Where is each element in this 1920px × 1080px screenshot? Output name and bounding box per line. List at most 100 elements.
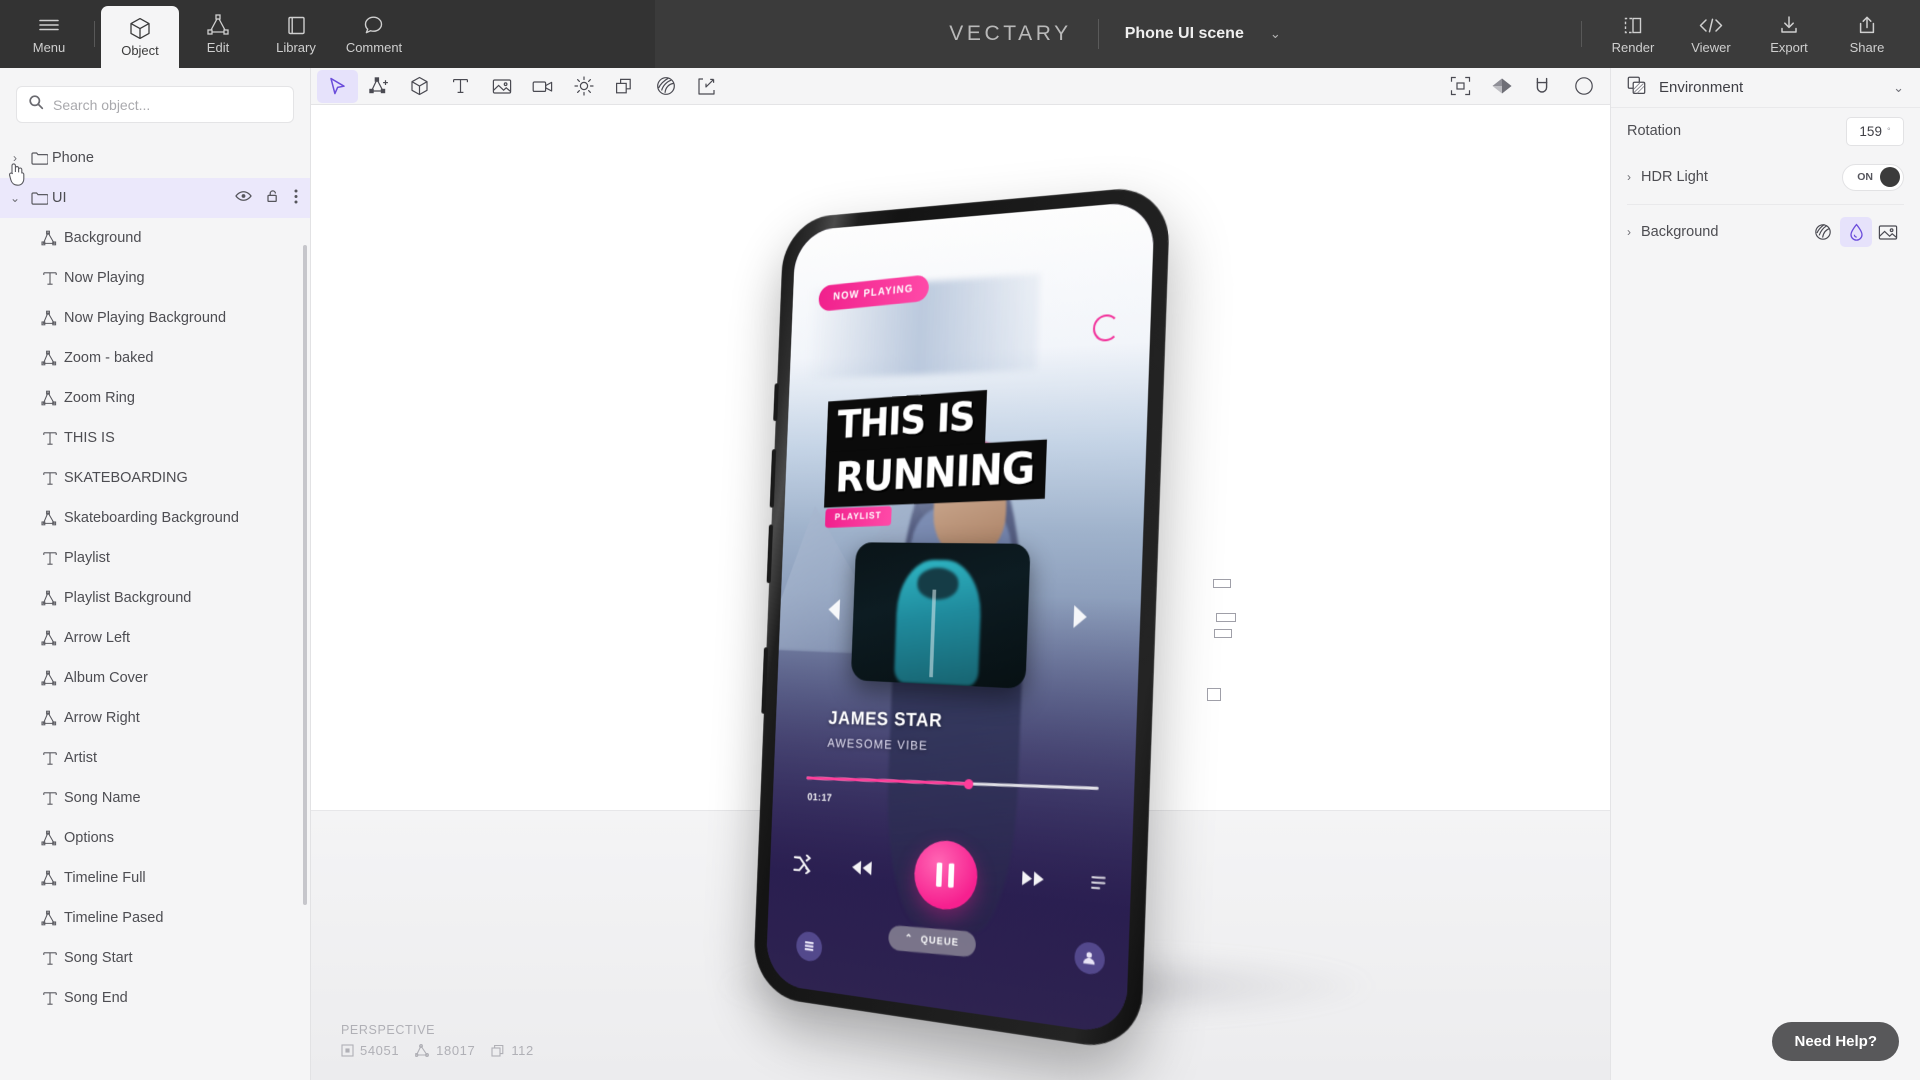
tree-row-item[interactable]: Background bbox=[0, 218, 310, 258]
background-row[interactable]: › Background bbox=[1611, 209, 1920, 255]
add-camera-tool[interactable] bbox=[522, 70, 563, 103]
tree-row-item-label: Skateboarding Background bbox=[64, 510, 239, 526]
select-cursor-tool[interactable] bbox=[317, 69, 358, 103]
phone-3d-model[interactable]: NOW PLAYING THIS IS RUNNING PLAYLIST JAM… bbox=[752, 184, 1171, 1053]
environment-title: Environment bbox=[1659, 79, 1744, 96]
hdr-light-label: HDR Light bbox=[1641, 169, 1708, 185]
tree-row-item[interactable]: SKATEBOARDING bbox=[0, 458, 310, 498]
tree-row-item[interactable]: Zoom Ring bbox=[0, 378, 310, 418]
tree-row-item-label: Zoom Ring bbox=[64, 390, 135, 406]
tree-row-item[interactable]: THIS IS bbox=[0, 418, 310, 458]
viewer-button[interactable]: Viewer bbox=[1672, 0, 1750, 68]
edit-tab[interactable]: Edit bbox=[179, 0, 257, 68]
chevron-right-icon[interactable]: › bbox=[1627, 225, 1631, 239]
image-icon[interactable] bbox=[1872, 217, 1904, 247]
tree-row-item[interactable]: Song Name bbox=[0, 778, 310, 818]
3d-viewport[interactable]: NOW PLAYING THIS IS RUNNING PLAYLIST JAM… bbox=[311, 105, 1610, 1080]
text-object-icon bbox=[36, 430, 64, 447]
import-tool[interactable] bbox=[686, 70, 727, 103]
tree-row-item[interactable]: Timeline Full bbox=[0, 858, 310, 898]
chevron-down-icon[interactable]: ⌄ bbox=[1893, 80, 1904, 96]
mesh-object-icon bbox=[36, 630, 64, 647]
object-tab[interactable]: Object bbox=[101, 6, 179, 68]
chevron-down-icon[interactable]: ⌄ bbox=[4, 191, 26, 205]
orbit-tool[interactable] bbox=[1563, 70, 1604, 103]
tree-row-item[interactable]: Playlist Background bbox=[0, 578, 310, 618]
scene-stats: 54051 18017 112 bbox=[341, 1043, 534, 1058]
environment-header[interactable]: Environment ⌄ bbox=[1611, 68, 1920, 108]
tree-scrollbar[interactable] bbox=[303, 245, 307, 905]
lock-icon[interactable] bbox=[266, 189, 280, 207]
tree-row-item-label: Now Playing Background bbox=[64, 310, 227, 326]
rotation-input[interactable]: 159 ° bbox=[1846, 116, 1904, 146]
chevron-right-icon[interactable]: › bbox=[1627, 170, 1631, 184]
folder-icon bbox=[26, 191, 52, 205]
background-options bbox=[1808, 217, 1904, 247]
tree-row-item[interactable]: Skateboarding Background bbox=[0, 498, 310, 538]
tree-row-item[interactable]: Now Playing bbox=[0, 258, 310, 298]
tree-row-item[interactable]: Options bbox=[0, 818, 310, 858]
magnet-snap-tool[interactable] bbox=[1522, 70, 1563, 103]
add-vertex-tool[interactable] bbox=[358, 70, 399, 103]
tree-row-item[interactable]: Timeline Pased bbox=[0, 898, 310, 938]
mesh-object-icon bbox=[36, 310, 64, 327]
add-object-cube-tool[interactable] bbox=[399, 70, 440, 103]
tree-row-item-label: Playlist Background bbox=[64, 590, 192, 606]
options-icon bbox=[1090, 872, 1107, 897]
shading-tool[interactable] bbox=[1481, 70, 1522, 103]
render-button[interactable]: Render bbox=[1594, 0, 1672, 68]
focus-frame-tool[interactable] bbox=[1440, 70, 1481, 103]
kebab-menu-icon[interactable] bbox=[294, 189, 298, 208]
share-button[interactable]: Share bbox=[1828, 0, 1906, 68]
object-tree[interactable]: › Phone ⌄ UI Background Now Playing Now … bbox=[0, 133, 310, 1080]
eye-visibility-icon[interactable] bbox=[235, 190, 252, 206]
right-properties-panel: Environment ⌄ Rotation 159 ° › HDR Light… bbox=[1610, 68, 1920, 1080]
add-text-tool[interactable] bbox=[440, 70, 481, 103]
viewport-toolbar bbox=[311, 68, 1610, 105]
duplicate-tool[interactable] bbox=[604, 70, 645, 103]
stat-objects: 112 bbox=[491, 1043, 534, 1058]
tree-row-item[interactable]: Playlist bbox=[0, 538, 310, 578]
tree-row-item[interactable]: Artist bbox=[0, 738, 310, 778]
export-button[interactable]: Export bbox=[1750, 0, 1828, 68]
need-help-button[interactable]: Need Help? bbox=[1772, 1022, 1899, 1061]
rotation-row: Rotation 159 ° bbox=[1611, 108, 1920, 154]
comment-tab[interactable]: Comment bbox=[335, 0, 413, 68]
hdr-sphere-icon[interactable] bbox=[1808, 217, 1840, 247]
tree-row-item[interactable]: Album Cover bbox=[0, 658, 310, 698]
environment-icon bbox=[1627, 76, 1647, 99]
tree-row-item[interactable]: Now Playing Background bbox=[0, 298, 310, 338]
tree-row-item[interactable]: Arrow Right bbox=[0, 698, 310, 738]
tree-row-ui[interactable]: ⌄ UI bbox=[0, 178, 310, 218]
viewer-button-label: Viewer bbox=[1691, 40, 1731, 55]
cube-icon bbox=[129, 16, 151, 40]
tree-row-phone[interactable]: › Phone bbox=[0, 138, 310, 178]
tree-row-item[interactable]: Arrow Left bbox=[0, 618, 310, 658]
tree-row-item-label: Zoom - baked bbox=[64, 350, 154, 366]
hdr-light-toggle-state: ON bbox=[1857, 171, 1873, 183]
mesh-object-icon bbox=[36, 870, 64, 887]
tree-row-item[interactable]: Zoom - baked bbox=[0, 338, 310, 378]
mesh-object-icon bbox=[36, 510, 64, 527]
export-button-label: Export bbox=[1770, 40, 1808, 55]
search-input[interactable] bbox=[53, 96, 282, 113]
objects-icon bbox=[491, 1044, 504, 1057]
tree-row-item[interactable]: Song Start bbox=[0, 938, 310, 978]
scene-name-label[interactable]: Phone UI scene bbox=[1125, 25, 1244, 43]
chevron-down-icon[interactable]: ⌄ bbox=[1270, 26, 1281, 42]
search-box[interactable] bbox=[16, 86, 294, 123]
hdr-light-row[interactable]: › HDR Light ON bbox=[1611, 154, 1920, 200]
tree-row-item-label: Arrow Left bbox=[64, 630, 131, 646]
tree-row-item-label: Timeline Full bbox=[64, 870, 146, 886]
hdr-light-toggle[interactable]: ON bbox=[1842, 163, 1904, 191]
folder-icon bbox=[26, 151, 52, 165]
menu-button[interactable]: Menu bbox=[10, 0, 88, 68]
add-image-tool[interactable] bbox=[481, 70, 522, 103]
color-droplet-icon[interactable] bbox=[1840, 217, 1872, 247]
add-light-tool[interactable] bbox=[563, 70, 604, 103]
text-object-icon bbox=[36, 790, 64, 807]
tree-row-item[interactable]: Song End bbox=[0, 978, 310, 1018]
library-tab[interactable]: Library bbox=[257, 0, 335, 68]
material-tool[interactable] bbox=[645, 70, 686, 103]
tree-row-item-label: Song Name bbox=[64, 790, 141, 806]
